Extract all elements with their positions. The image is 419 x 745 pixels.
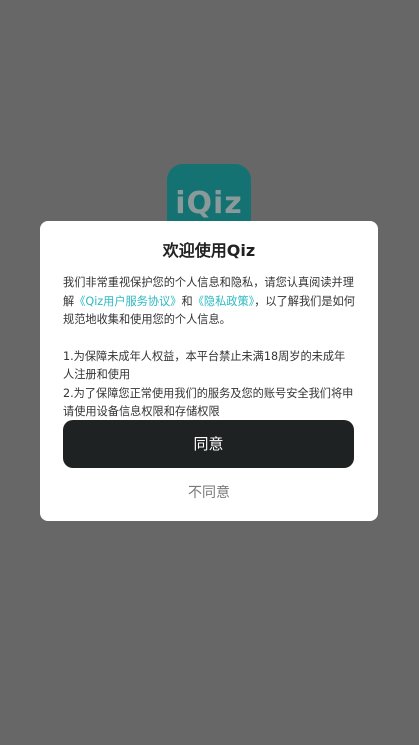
point-minor-protection: 1.为保障未成年人权益，本平台禁止未满18周岁的未成年人注册和使用 <box>63 349 346 382</box>
user-agreement-link[interactable]: 《Qiz用户服务协议》 <box>74 295 181 308</box>
agree-button[interactable]: 同意 <box>63 420 354 468</box>
point-permissions: 2.为了保障您正常使用我们的服务及您的账号安全我们将申请使用设备信息权限和存储权… <box>63 386 354 419</box>
app-logo-text: iQiz <box>175 186 243 221</box>
privacy-policy-link[interactable]: 《隐私政策》 <box>193 295 255 308</box>
intro-paragraph: 我们非常重视保护您的个人信息和隐私，请您认真阅读并理解《Qiz用户服务协议》和《… <box>63 274 356 330</box>
dialog-title: 欢迎使用Qiz <box>162 241 256 260</box>
disagree-button[interactable]: 不同意 <box>40 482 378 502</box>
dialog-body: 我们非常重视保护您的个人信息和隐私，请您认真阅读并理解《Qiz用户服务协议》和《… <box>63 274 356 422</box>
intro-and-text: 和 <box>181 294 193 308</box>
privacy-dialog: 欢迎使用Qiz 我们非常重视保护您的个人信息和隐私，请您认真阅读并理解《Qiz用… <box>40 221 378 521</box>
